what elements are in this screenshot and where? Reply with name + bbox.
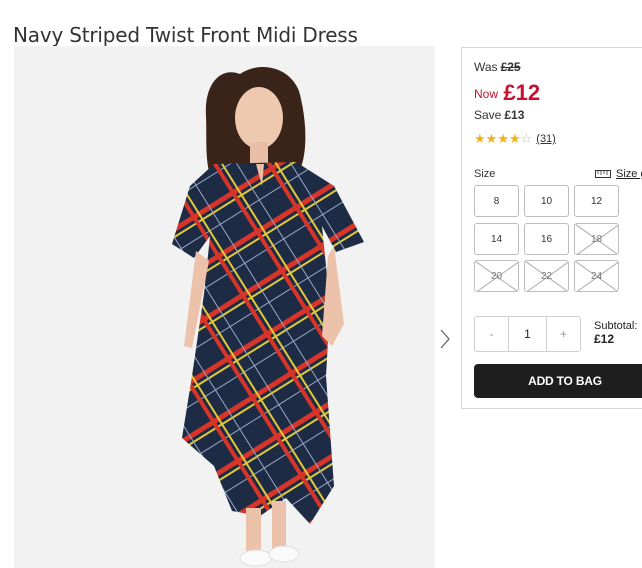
product-title: Navy Striped Twist Front Midi Dress [13,23,358,48]
save-amount-value: £13 [504,108,525,122]
size-guide-link[interactable]: Size g [595,168,642,180]
size-option[interactable]: 10 [524,185,569,217]
size-guide-label: Size g [616,168,642,180]
quantity-increase-button[interactable]: + [547,317,580,351]
star-icon: ★ [497,131,509,146]
now-price-value: £12 [503,80,541,105]
quantity-input[interactable]: 1 [508,317,547,351]
size-option-label: 20 [490,270,503,282]
size-option[interactable]: 12 [574,185,619,217]
ruler-icon [595,170,611,178]
size-option-label: 24 [590,270,603,282]
size-label: Size [474,168,496,180]
star-rating[interactable]: ★ ★ ★ ★ ☆ (31) [474,132,556,146]
size-option-label: 12 [590,195,603,207]
next-image-arrow[interactable] [436,326,454,352]
star-empty-icon: ☆ [520,131,533,146]
was-price-value: £25 [500,60,521,74]
size-option-label: 18 [590,233,603,245]
was-price: Was £25 [474,60,521,74]
subtotal-value: £12 [594,332,615,346]
size-option-unavailable[interactable]: 18 [574,223,619,255]
size-option-label: 10 [540,195,553,207]
quantity-stepper: - 1 + [474,316,581,352]
star-icon: ★ [485,131,498,146]
subtotal: Subtotal: £12 [594,320,637,346]
size-option[interactable]: 16 [524,223,569,255]
size-option-label: 14 [490,233,503,245]
star-icon: ★ [474,131,486,146]
size-option-label: 16 [540,233,553,245]
size-option[interactable]: 14 [474,223,519,255]
star-icon: ★ [508,131,521,146]
add-to-bag-button[interactable]: ADD TO BAG [474,364,642,398]
subtotal-label: Subtotal: [594,320,638,332]
purchase-panel: Was £25 Now £12 Save £13 ★ ★ ★ ★ ☆ (31) Si… [461,47,642,409]
now-price: Now £12 [474,78,541,105]
save-amount: Save £13 [474,108,524,122]
size-option-unavailable[interactable]: 24 [574,260,619,292]
chevron-right-icon [440,329,450,349]
review-count-link[interactable]: (31) [536,133,556,145]
add-to-bag-label: ADD TO BAG [528,374,602,388]
size-option-label: 22 [540,270,553,282]
save-label: Save [474,108,502,122]
size-option[interactable]: 8 [474,185,519,217]
quantity-decrease-button[interactable]: - [475,317,508,351]
was-label: Was [474,60,498,74]
product-image[interactable] [14,46,435,568]
size-option-unavailable[interactable]: 20 [474,260,519,292]
size-option-unavailable[interactable]: 22 [524,260,569,292]
now-label: Now [474,87,499,101]
size-option-label: 8 [493,195,500,207]
